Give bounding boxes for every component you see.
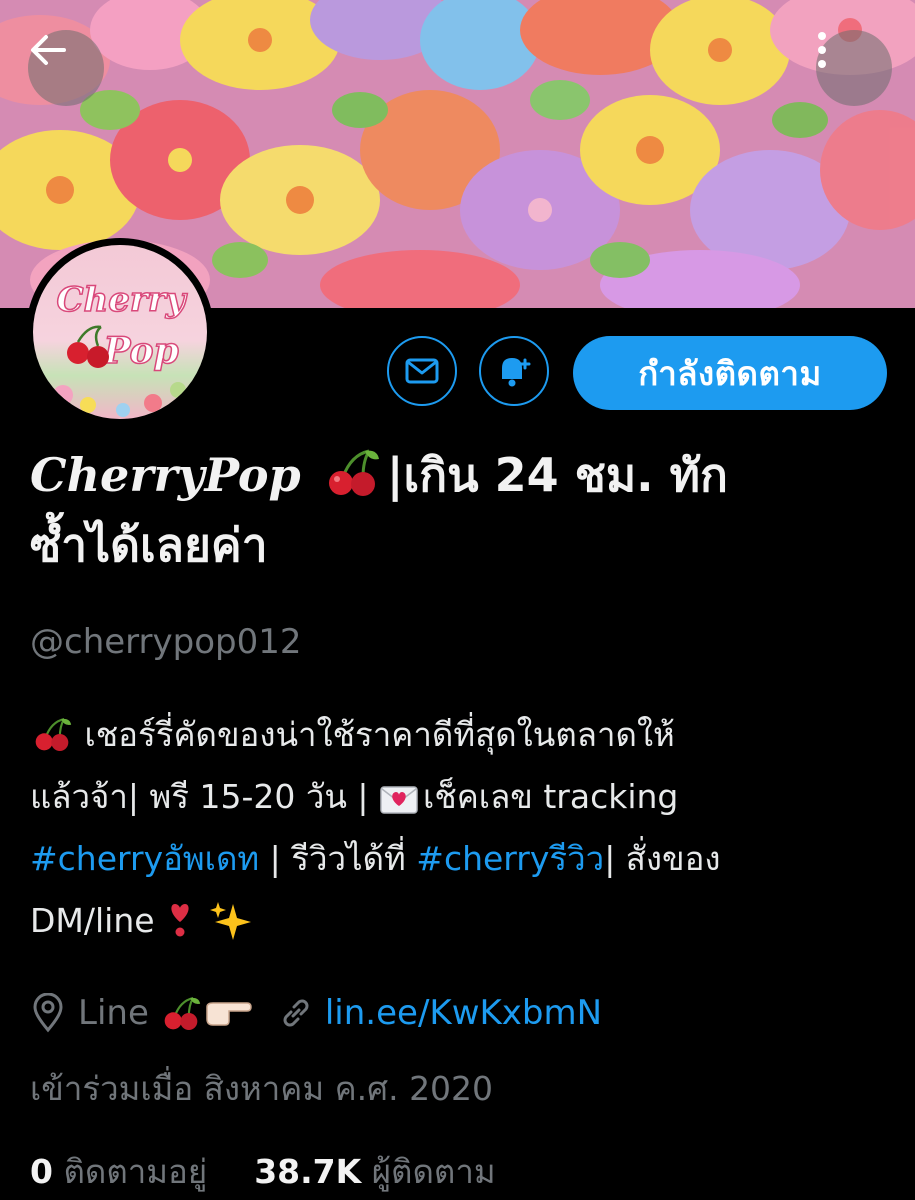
joined-date: เข้าร่วมเมื่อ สิงหาคม ค.ศ. 2020 — [30, 1069, 494, 1108]
avatar[interactable]: Cherry Pop — [26, 238, 214, 426]
bio-line-2a: แล้วจ้า| พรี 15-20 วัน | — [30, 777, 369, 816]
bio: เชอร์รี่คัดของน่าใช้ราคาดีที่สุดในตลาดให… — [30, 704, 890, 952]
location-text: Line — [78, 993, 149, 1033]
bio-line-3-mid: | รีวิวได้ที่ — [259, 839, 417, 878]
mail-icon — [405, 358, 439, 384]
sparkles-icon — [209, 898, 253, 940]
profile-link[interactable]: lin.ee/KwKxbmN — [325, 993, 602, 1033]
exclamation-heart-icon — [165, 898, 209, 938]
bio-line-4: DM/line — [30, 901, 155, 940]
bio-line-1: เชอร์รี่คัดของน่าใช้ราคาดีที่สุดในตลาดให… — [84, 715, 675, 754]
follow-stats: 0 ติดตามอยู่ 38.7K ผู้ติดตาม — [30, 1145, 496, 1198]
profile-meta: Line lin.ee/KwKxbmN — [30, 988, 890, 1038]
bell-plus-icon — [502, 358, 531, 387]
cherry-icon — [30, 712, 74, 752]
bio-line-2b: เช็คเลข tracking — [423, 777, 679, 816]
following-button[interactable]: กำลังติดตาม — [573, 336, 887, 410]
message-button[interactable] — [387, 336, 457, 406]
hashtag-cherry-update[interactable]: #cherryอัพเดท — [30, 839, 259, 878]
display-name-line2: ซ้ำได้เลยค่า — [30, 518, 268, 572]
bio-line-3-end: | สั่งของ — [604, 839, 721, 878]
followers-link[interactable]: 38.7K ผู้ติดตาม — [254, 1152, 495, 1191]
cherry-icon — [159, 993, 203, 1033]
following-link[interactable]: 0 ติดตามอยู่ — [30, 1152, 207, 1191]
link-icon — [283, 999, 309, 1027]
notifications-button[interactable] — [479, 336, 549, 406]
cherry-pop-logo: Cherry Pop — [53, 279, 188, 417]
pointing-right-icon — [203, 993, 253, 1033]
love-letter-icon — [379, 774, 423, 814]
followers-count: 38.7K — [254, 1152, 362, 1191]
display-name-rest: |เกิน 24 ชม. ทัก — [386, 448, 728, 502]
more-options-button[interactable] — [816, 30, 892, 106]
display-name-brand: CherryPop — [30, 448, 301, 502]
cherry-icon — [321, 446, 383, 496]
following-count: 0 — [30, 1152, 53, 1191]
location-pin-icon — [33, 993, 63, 1033]
avatar-image: Cherry Pop — [33, 245, 207, 419]
arrow-left-icon — [31, 35, 66, 65]
user-handle: @cherrypop012 — [30, 622, 302, 662]
hashtag-cherry-review[interactable]: #cherryรีวิว — [416, 839, 604, 878]
followers-label: ผู้ติดตาม — [371, 1152, 496, 1191]
more-vertical-icon — [818, 32, 826, 68]
following-label: ติดตามอยู่ — [63, 1152, 208, 1191]
back-button[interactable] — [28, 30, 104, 106]
svg-text:Pop: Pop — [102, 330, 178, 372]
svg-text:Cherry: Cherry — [57, 280, 188, 320]
display-name: CherryPop |เกิน 24 ชม. ทัก ซ้ำได้เลยค่า — [30, 440, 890, 580]
